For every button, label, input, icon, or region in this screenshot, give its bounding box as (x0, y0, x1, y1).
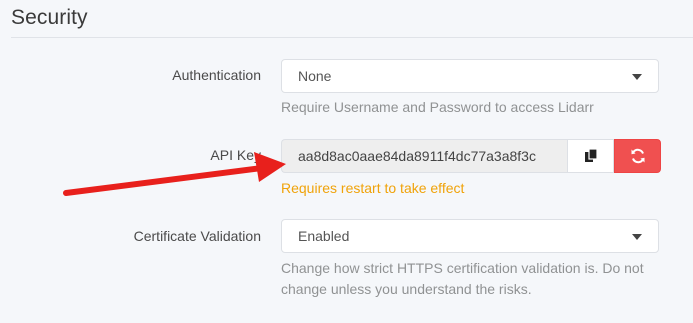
chevron-down-icon (632, 74, 642, 80)
authentication-select-value: None (298, 68, 332, 84)
api-key-warning-text: Requires restart to take effect (281, 180, 465, 196)
authentication-select[interactable]: None (281, 59, 659, 93)
authentication-help-text: Require Username and Password to access … (281, 99, 594, 115)
clipboard-icon (584, 148, 598, 162)
certificate-validation-select[interactable]: Enabled (281, 219, 659, 253)
certificate-validation-select-value: Enabled (298, 228, 350, 244)
section-title: Security (11, 6, 88, 29)
chevron-down-icon (632, 234, 642, 240)
api-key-input-group (281, 139, 661, 173)
api-key-input[interactable] (281, 139, 567, 173)
api-key-label: API Key (210, 147, 261, 163)
copy-api-key-button[interactable] (567, 139, 614, 173)
regenerate-api-key-button[interactable] (614, 139, 661, 173)
section-divider (11, 37, 693, 38)
certificate-validation-help-text: Change how strict HTTPS certification va… (281, 260, 644, 297)
certificate-validation-label: Certificate Validation (133, 228, 261, 244)
refresh-icon (631, 148, 644, 164)
authentication-label: Authentication (172, 67, 261, 83)
